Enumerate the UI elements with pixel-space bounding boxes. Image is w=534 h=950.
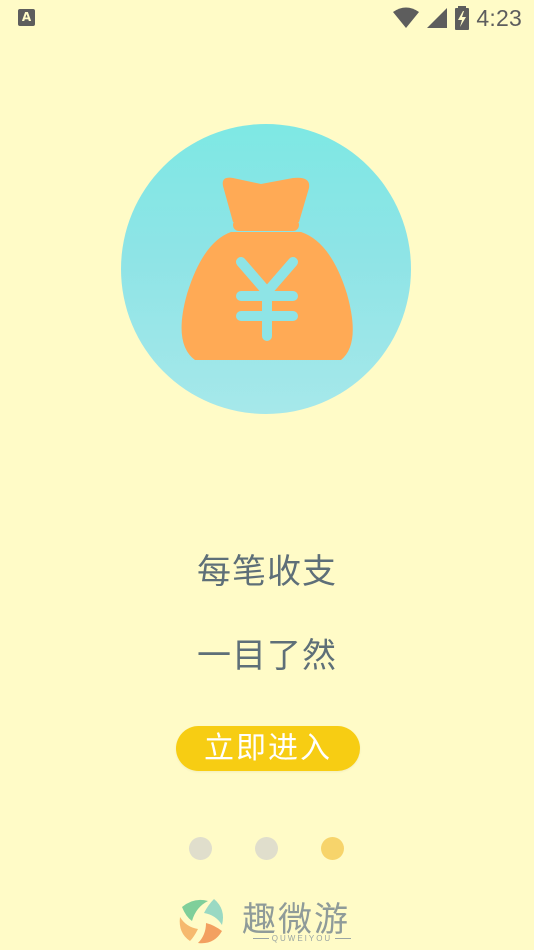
status-bar: A 4:23 bbox=[0, 0, 534, 36]
battery-charging-icon bbox=[455, 6, 470, 30]
pager-indicator bbox=[0, 837, 534, 861]
slogan-line-1: 每笔收支 bbox=[197, 552, 337, 592]
slogan-line-2: 一目了然 bbox=[197, 636, 337, 676]
wifi-icon bbox=[393, 7, 420, 28]
brand-footer: 趣微游 QUWEIYOU bbox=[174, 891, 374, 949]
enter-now-button[interactable]: 立即进入 bbox=[176, 726, 360, 771]
money-bag-yen-icon bbox=[181, 177, 353, 360]
pager-dot-2[interactable] bbox=[255, 837, 278, 860]
signal-icon bbox=[427, 8, 448, 28]
pager-dot-1[interactable] bbox=[189, 837, 212, 860]
notification-a-icon: A bbox=[18, 9, 35, 26]
status-icons: 4:23 bbox=[392, 4, 522, 32]
onboarding-screen: A 4:23 每笔收支 一目了然 立即进入 趣微游 QUWEIYOU bbox=[0, 0, 534, 950]
brand-logo-icon bbox=[176, 895, 226, 945]
hero-circle bbox=[121, 124, 411, 414]
brand-subtitle: QUWEIYOU bbox=[246, 934, 358, 943]
pager-dot-3-active[interactable] bbox=[321, 837, 344, 860]
status-time: 4:23 bbox=[476, 4, 522, 31]
